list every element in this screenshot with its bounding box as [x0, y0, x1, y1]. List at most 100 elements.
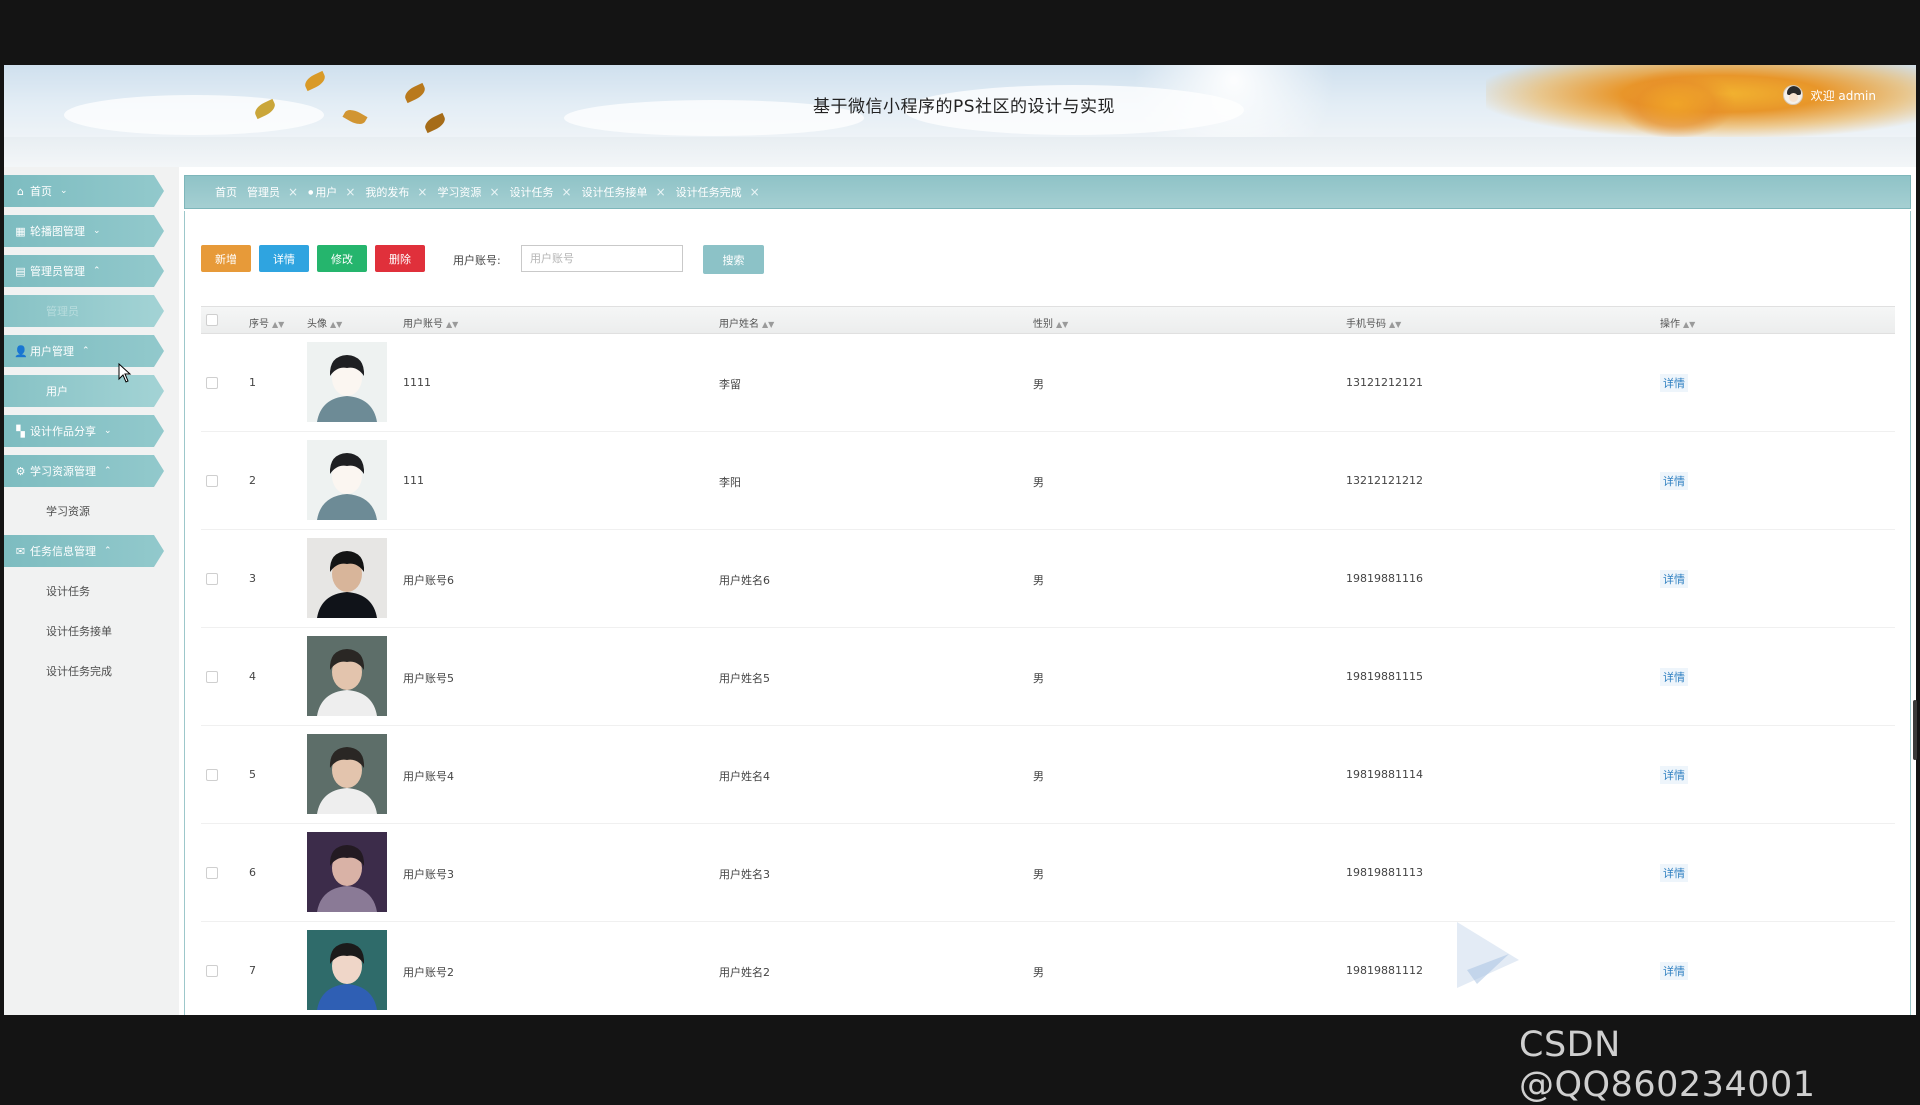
tab[interactable]: 设计任务 ×: [506, 184, 576, 200]
cell-name: 李留: [719, 378, 741, 391]
sidebar-item-label: 用户管理: [30, 345, 74, 358]
welcome-text: 欢迎 admin: [1810, 88, 1876, 103]
user-area[interactable]: 欢迎 admin: [1782, 85, 1876, 105]
cell-account: 用户账号2: [403, 966, 454, 979]
sidebar-subitem[interactable]: 设计任务接单: [4, 615, 164, 647]
sidebar-menu-item[interactable]: ▦ 轮播图管理 ⌄: [4, 215, 164, 247]
table-row[interactable]: 5 用户账号4 用户姓名4 男 19819881114 详情: [201, 726, 1895, 824]
row-checkbox[interactable]: [206, 671, 218, 683]
close-icon[interactable]: ×: [489, 185, 499, 199]
sidebar-subitem[interactable]: 管理员: [4, 295, 164, 327]
cell-gender: 男: [1033, 672, 1044, 685]
row-checkbox[interactable]: [206, 573, 218, 585]
sort-icon[interactable]: ▲▼: [1389, 320, 1401, 329]
scrollbar[interactable]: [1913, 700, 1917, 760]
close-icon[interactable]: ×: [656, 185, 666, 199]
tab[interactable]: 用户 ×: [304, 184, 359, 200]
sidebar-menu-item[interactable]: ▚ 设计作品分享 ⌄: [4, 415, 164, 447]
table-row[interactable]: 6 用户账号3 用户姓名3 男 19819881113 详情: [201, 824, 1895, 922]
table-row[interactable]: 3 用户账号6 用户姓名6 男 19819881116 详情: [201, 530, 1895, 628]
tab[interactable]: 首页: [211, 184, 241, 200]
sidebar-menu-item[interactable]: 👤 用户管理 ⌃: [4, 335, 164, 367]
mouse-cursor-icon: [118, 363, 132, 383]
cell-name: 用户姓名2: [719, 966, 770, 979]
table-row[interactable]: 1 1111 李留男 13121212121 详情: [201, 334, 1895, 432]
avatar[interactable]: [1782, 85, 1803, 105]
sidebar-item-label: 首页: [30, 185, 52, 198]
cell-phone: 19819881116: [1346, 572, 1423, 585]
row-checkbox[interactable]: [206, 965, 218, 977]
sort-icon[interactable]: ▲▼: [1056, 320, 1068, 329]
row-detail-link[interactable]: 详情: [1660, 570, 1688, 588]
table-row[interactable]: 4 用户账号5 用户姓名5 男 19819881115 详情: [201, 628, 1895, 726]
home-icon: ⌂: [17, 184, 24, 198]
sidebar-item-label: 学习资源管理: [30, 465, 96, 478]
close-icon[interactable]: ×: [345, 185, 355, 199]
cell-name: 李阳: [719, 476, 741, 489]
sort-icon[interactable]: ▲▼: [330, 320, 342, 329]
column-header-gender[interactable]: 性别 ▲▼: [1033, 315, 1068, 330]
edit-button[interactable]: 修改: [317, 245, 367, 272]
search-button[interactable]: 搜索: [703, 245, 764, 274]
tab-label: 首页: [215, 186, 237, 199]
tab[interactable]: 设计任务完成 ×: [672, 184, 764, 200]
user-avatar-image: [307, 930, 387, 1010]
column-header-name[interactable]: 用户姓名 ▲▼: [719, 315, 774, 330]
sidebar-subitem[interactable]: 设计任务完成: [4, 655, 164, 687]
search-input[interactable]: [521, 245, 683, 272]
sort-icon[interactable]: ▲▼: [272, 320, 284, 329]
tab-bar: 首页管理员 × 用户 × 我的发布 × 学习资源 × 设计任务 × 设计任务接单 × 设计任务完成 ×: [184, 175, 1911, 209]
row-detail-link[interactable]: 详情: [1660, 766, 1688, 784]
column-header-phone[interactable]: 手机号码 ▲▼: [1346, 315, 1401, 330]
cell-name: 用户姓名4: [719, 770, 770, 783]
sort-icon[interactable]: ▲▼: [762, 320, 774, 329]
app-screen: 基于微信小程序的PS社区的设计与实现 欢迎 admin ⌂ 首页 ⌄ ▦ 轮播图管理 ⌄ ▤…: [4, 65, 1916, 1015]
row-checkbox[interactable]: [206, 769, 218, 781]
tab[interactable]: 设计任务接单 ×: [578, 184, 670, 200]
tab[interactable]: 学习资源 ×: [433, 184, 503, 200]
cell-gender: 男: [1033, 770, 1044, 783]
tab-label: 学习资源: [437, 186, 482, 199]
close-icon[interactable]: ×: [417, 185, 427, 199]
chevron-icon: ⌃: [104, 466, 112, 476]
user-avatar-image: [307, 538, 387, 618]
sidebar-menu-item[interactable]: ✉ 任务信息管理 ⌃: [4, 535, 164, 567]
delete-button[interactable]: 删除: [375, 245, 425, 272]
select-all-checkbox[interactable]: [206, 314, 218, 326]
sort-icon[interactable]: ▲▼: [446, 320, 458, 329]
row-checkbox[interactable]: [206, 377, 218, 389]
cell-gender: 男: [1033, 966, 1044, 979]
row-detail-link[interactable]: 详情: [1660, 374, 1688, 392]
row-checkbox[interactable]: [206, 867, 218, 879]
cell-phone: 13212121212: [1346, 474, 1423, 487]
detail-button[interactable]: 详情: [259, 245, 309, 272]
tab[interactable]: 管理员 ×: [243, 184, 302, 200]
sidebar-subitem[interactable]: 用户: [4, 375, 164, 407]
sidebar-menu-item[interactable]: ⚙ 学习资源管理 ⌃: [4, 455, 164, 487]
cell-account: 111: [403, 474, 424, 487]
row-detail-link[interactable]: 详情: [1660, 472, 1688, 490]
cell-account: 1111: [403, 376, 431, 389]
table-body: 1 1111 李留男 13121212121 详情 2 111 李阳男 13212121212 详…: [201, 334, 1895, 1015]
row-detail-link[interactable]: 详情: [1660, 864, 1688, 882]
column-header-index[interactable]: 序号 ▲▼: [249, 315, 284, 330]
row-detail-link[interactable]: 详情: [1660, 668, 1688, 686]
user-avatar-image: [307, 832, 387, 912]
close-icon[interactable]: ×: [750, 185, 760, 199]
sidebar-menu-item[interactable]: ▤ 管理员管理 ⌃: [4, 255, 164, 287]
sidebar-subitem[interactable]: 设计任务: [4, 575, 164, 607]
row-detail-link[interactable]: 详情: [1660, 962, 1688, 980]
sidebar-subitem-label: 设计任务接单: [46, 625, 112, 638]
close-icon[interactable]: ×: [288, 185, 298, 199]
add-button[interactable]: 新增: [201, 245, 251, 272]
close-icon[interactable]: ×: [562, 185, 572, 199]
sidebar-menu-item[interactable]: ⌂ 首页 ⌄: [4, 175, 164, 207]
row-checkbox[interactable]: [206, 475, 218, 487]
table-row[interactable]: 2 111 李阳 男 13212121212 详情: [201, 432, 1895, 530]
sidebar-subitem[interactable]: 学习资源: [4, 495, 164, 527]
column-header-account[interactable]: 用户账号 ▲▼: [403, 315, 458, 330]
table-row[interactable]: 7 用户账号2 用户姓名2 男 19819881112 详情: [201, 922, 1895, 1015]
sort-icon[interactable]: ▲▼: [1683, 320, 1695, 329]
tab[interactable]: 我的发布 ×: [361, 184, 431, 200]
column-header-avatar[interactable]: 头像 ▲▼: [307, 315, 342, 330]
